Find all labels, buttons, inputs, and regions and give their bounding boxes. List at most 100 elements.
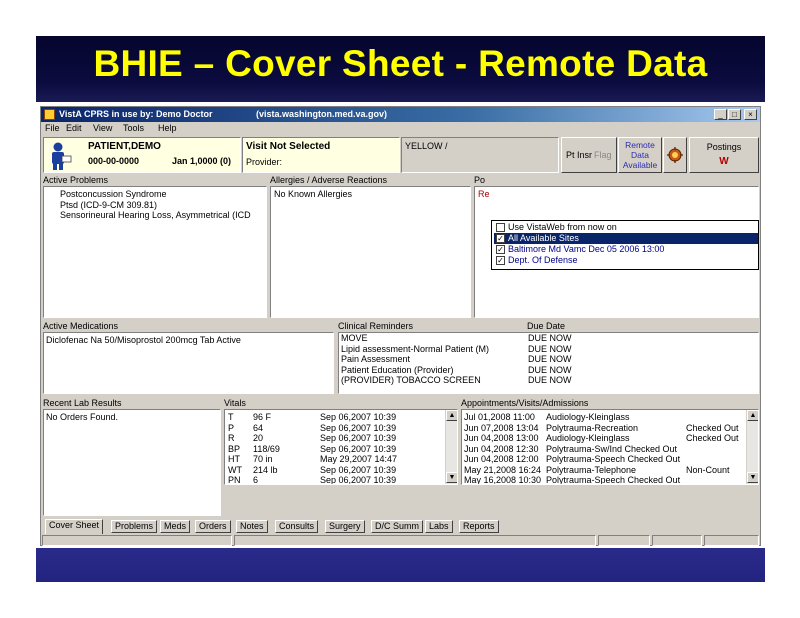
table-row[interactable]: (PROVIDER) TOBACCO SCREEN DUE NOW: [341, 375, 758, 386]
active-problems-list[interactable]: Postconcussion Syndrome Ptsd (ICD-9-CM 3…: [43, 186, 267, 318]
checkbox[interactable]: [496, 223, 505, 232]
vital-value: 70 in: [253, 454, 273, 464]
maximize-button[interactable]: □: [728, 109, 741, 120]
appointment-date: May 21,2008 16:24: [464, 464, 542, 475]
table-row[interactable]: Pain Assessment DUE NOW: [341, 354, 758, 365]
tab-meds[interactable]: Meds: [160, 520, 191, 533]
tab-reports[interactable]: Reports: [459, 520, 499, 533]
tab-labs[interactable]: Labs: [425, 520, 453, 533]
remote-site-label: Baltimore Md Vamc Dec 05 2006 13:00: [508, 244, 665, 254]
window-titlebar[interactable]: VistA CPRS in use by: Demo Doctor (vista…: [41, 107, 760, 122]
vitals-scrollbar[interactable]: ▲ ▼: [445, 410, 457, 484]
clinical-reminders-list[interactable]: MOVE DUE NOW Lipid assessment-Normal Pati…: [338, 332, 759, 394]
vista-web-button[interactable]: [663, 137, 687, 173]
active-medications-list[interactable]: Diclofenac Na 50/Misoprostol 200mcg Tab …: [43, 332, 334, 394]
provider-label: Provider:: [246, 157, 283, 167]
close-button[interactable]: ×: [744, 109, 757, 120]
table-row[interactable]: May 16,2008 10:30 Polytrauma-Speech Check…: [464, 475, 758, 485]
vitals-list[interactable]: T 96 F Sep 06,2007 10:39 P 64 Sep 06,2007 10…: [224, 409, 458, 485]
lab-results-list[interactable]: No Orders Found.: [43, 409, 221, 516]
table-row[interactable]: Lipid assessment-Normal Patient (M) DUE N…: [341, 344, 758, 355]
postings-button[interactable]: Postings W: [689, 137, 759, 173]
list-item[interactable]: Re: [478, 189, 758, 200]
remote-data-button[interactable]: Remote Data Available: [618, 137, 662, 173]
list-item[interactable]: No Orders Found.: [46, 412, 220, 423]
list-item[interactable]: Postconcussion Syndrome: [60, 189, 266, 200]
primary-care-box[interactable]: YELLOW /: [401, 137, 559, 173]
vital-code: P: [228, 422, 235, 433]
vital-code: T: [228, 412, 234, 422]
menu-view[interactable]: View: [93, 123, 112, 133]
table-row[interactable]: Jun 04,2008 12:00 Polytrauma-Speech Check…: [464, 454, 758, 465]
scroll-down-arrow[interactable]: ▼: [446, 472, 457, 483]
menu-tools[interactable]: Tools: [123, 123, 144, 133]
reminder-name: Patient Education (Provider): [341, 364, 454, 375]
window-title: VistA CPRS in use by: Demo Doctor: [59, 109, 213, 119]
table-row[interactable]: MOVE DUE NOW: [341, 333, 758, 344]
appointment-status: Checked Out: [686, 433, 739, 443]
patient-flags-button[interactable]: Pt Insr Flag: [561, 137, 617, 173]
tab-problems[interactable]: Problems: [111, 520, 158, 533]
table-row[interactable]: R 20 Sep 06,2007 10:39: [228, 433, 457, 444]
table-row[interactable]: P 64 Sep 06,2007 10:39: [228, 423, 457, 434]
list-item[interactable]: Diclofenac Na 50/Misoprostol 200mcg Tab …: [46, 335, 333, 346]
checkbox[interactable]: ✓: [496, 234, 505, 243]
tab-cover-sheet[interactable]: Cover Sheet: [45, 519, 104, 534]
tab-dc-summ[interactable]: D/C Summ: [371, 520, 424, 533]
remote-site-option[interactable]: ✓ Baltimore Md Vamc Dec 05 2006 13:00: [494, 244, 758, 255]
list-item[interactable]: No Known Allergies: [274, 189, 470, 200]
vital-date: Sep 06,2007 10:39: [320, 443, 397, 454]
menu-edit[interactable]: Edit: [66, 123, 82, 133]
vital-code: HT: [228, 454, 240, 464]
remote-site-option[interactable]: ✓ Dept. Of Defense: [494, 255, 758, 266]
table-row[interactable]: HT 70 in May 29,2007 14:47: [228, 454, 457, 465]
appointments-scrollbar[interactable]: ▲ ▼: [746, 410, 758, 484]
menu-help[interactable]: Help: [158, 123, 177, 133]
checkbox[interactable]: ✓: [496, 256, 505, 265]
reminder-due: DUE NOW: [528, 364, 572, 375]
tab-notes[interactable]: Notes: [236, 520, 268, 533]
reminder-name: (PROVIDER) TOBACCO SCREEN: [341, 375, 481, 385]
appointment-status: Non-Count: [686, 464, 730, 475]
tab-surgery[interactable]: Surgery: [325, 520, 365, 533]
table-row[interactable]: Jun 04,2008 12:30 Polytrauma-Sw/Ind Check…: [464, 444, 758, 455]
reminder-due: DUE NOW: [528, 375, 572, 385]
patient-dob: Jan 1,0000 (0): [172, 156, 232, 166]
table-row[interactable]: PN 6 Sep 06,2007 10:39: [228, 475, 457, 485]
scroll-up-arrow[interactable]: ▲: [446, 410, 457, 421]
allergies-list[interactable]: No Known Allergies: [270, 186, 471, 318]
minimize-button[interactable]: _: [714, 109, 727, 120]
checkbox[interactable]: ✓: [496, 245, 505, 254]
appointment-date: Jun 04,2008 13:00: [464, 433, 539, 443]
menu-file[interactable]: File: [45, 123, 60, 133]
appointment-clinic: Polytrauma-Recreation: [546, 422, 639, 433]
appointment-clinic: Polytrauma-Speech Checked Out: [546, 475, 681, 485]
scroll-down-arrow[interactable]: ▼: [747, 472, 758, 483]
table-row[interactable]: Jun 07,2008 13:04 Polytrauma-Recreation Ch…: [464, 423, 758, 434]
list-item[interactable]: Sensorineural Hearing Loss, Asymmetrical…: [60, 210, 266, 221]
remote-site-option-selected[interactable]: ✓ All Available Sites: [494, 233, 758, 244]
tab-consults[interactable]: Consults: [275, 520, 319, 533]
vital-value: 6: [253, 475, 259, 485]
table-row[interactable]: BP 118/69 Sep 06,2007 10:39: [228, 444, 457, 455]
remote-site-option[interactable]: Use VistaWeb from now on: [494, 222, 758, 233]
primary-care-text: YELLOW /: [405, 141, 448, 151]
table-row[interactable]: WT 214 lb Sep 06,2007 10:39: [228, 465, 457, 476]
appointments-list[interactable]: Jul 01,2008 11:00 Audiology-Kleinglass Ju…: [461, 409, 759, 485]
patient-person-icon: [52, 142, 72, 170]
patient-info-box[interactable]: PATIENT,DEMO 000-00-0000 Jan 1,0000 (0): [43, 137, 241, 173]
table-row[interactable]: Patient Education (Provider) DUE NOW: [341, 365, 758, 376]
table-row[interactable]: May 21,2008 16:24 Polytrauma-Telephone Non…: [464, 465, 758, 476]
reminder-due: DUE NOW: [528, 354, 572, 364]
tab-orders[interactable]: Orders: [195, 520, 231, 533]
scroll-up-arrow[interactable]: ▲: [747, 410, 758, 421]
table-row[interactable]: Jul 01,2008 11:00 Audiology-Kleinglass: [464, 412, 758, 423]
postings-label: Postings: [706, 142, 742, 152]
list-item[interactable]: Ptsd (ICD-9-CM 309.81): [60, 200, 266, 211]
table-row[interactable]: T 96 F Sep 06,2007 10:39: [228, 412, 457, 423]
patient-ssn: 000-00-0000: [88, 156, 140, 166]
table-row[interactable]: Jun 04,2008 13:00 Audiology-Kleinglass Che…: [464, 433, 758, 444]
reminder-name: Lipid assessment-Normal Patient (M): [341, 343, 490, 354]
visit-info-box[interactable]: Visit Not Selected Provider:: [242, 137, 400, 173]
appointment-clinic: Audiology-Kleinglass: [546, 433, 630, 443]
